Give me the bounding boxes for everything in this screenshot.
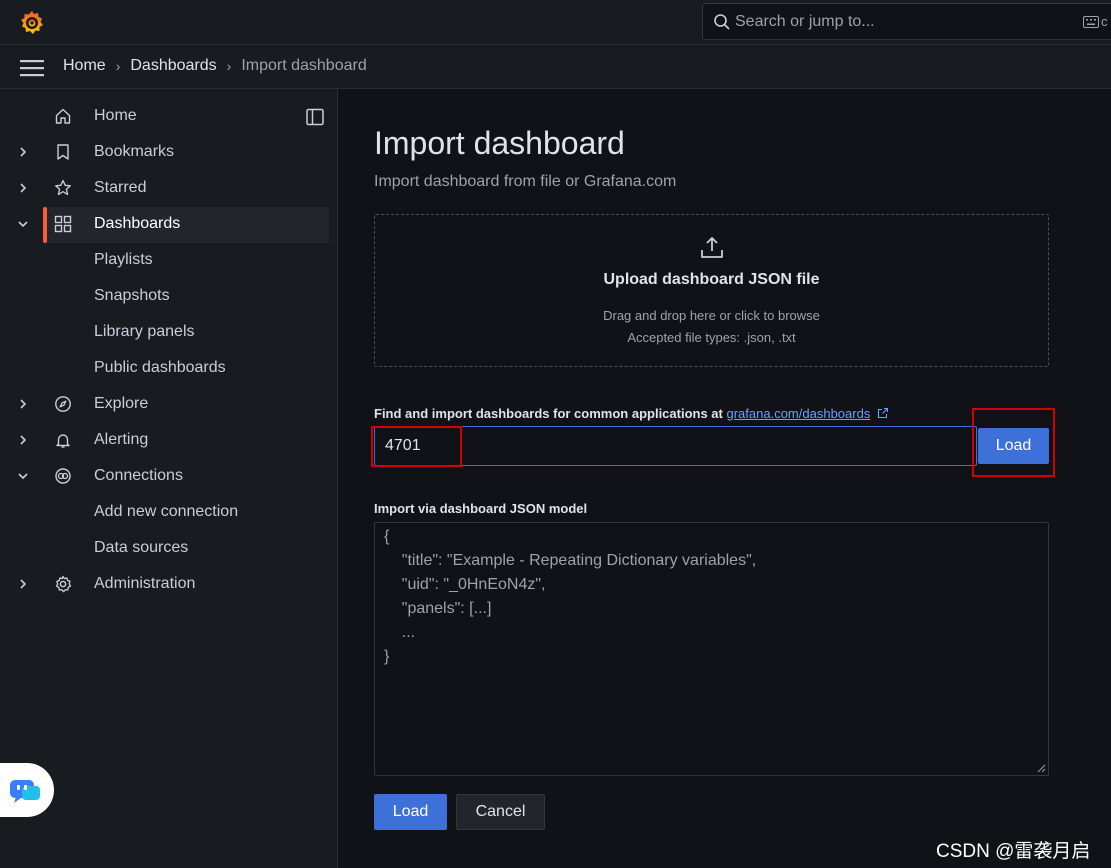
watermark: CSDN @雷袭月启: [936, 841, 1091, 862]
chat-assistant-button[interactable]: [0, 763, 54, 817]
sidebar-item-playlists[interactable]: Playlists: [0, 243, 338, 279]
bookmark-icon: [57, 144, 69, 160]
json-placeholder-line: "uid": "_0HnEoN4z",: [384, 576, 546, 593]
sidebar-item-bookmarks[interactable]: Bookmarks: [0, 135, 338, 171]
sidebar-item-home[interactable]: Home: [0, 99, 338, 135]
search-bar[interactable]: Search or jump to... c: [702, 3, 1111, 40]
sidebar-item-add-new-connection[interactable]: Add new connection: [0, 495, 338, 531]
grafana-dashboards-link[interactable]: grafana.com/dashboards: [727, 406, 871, 421]
sidebar-item-label: Playlists: [94, 251, 153, 268]
external-link-icon: [877, 407, 888, 419]
json-placeholder-line: ...: [384, 624, 416, 641]
chevron-right-icon[interactable]: [16, 181, 30, 195]
breadcrumb-separator: ›: [226, 58, 232, 74]
bell-icon: [56, 434, 70, 448]
main-content: Import dashboard Import dashboard from f…: [339, 89, 1111, 868]
grafana-logo[interactable]: [18, 9, 46, 37]
file-dropzone[interactable]: Upload dashboard JSON file Drag and drop…: [374, 214, 1049, 367]
sidebar-item-label: Explore: [94, 395, 149, 412]
search-placeholder: Search or jump to...: [735, 13, 875, 30]
sidebar-item-explore[interactable]: Explore: [0, 387, 338, 423]
chat-bot-icon: [10, 780, 40, 803]
breadcrumb-separator: ›: [115, 58, 121, 74]
json-model-label: Import via dashboard JSON model: [374, 501, 588, 516]
dashboard-id-input[interactable]: [374, 426, 977, 466]
cancel-button[interactable]: Cancel: [456, 794, 545, 830]
breadcrumb-bar: Home › Dashboards › Import dashboard: [0, 45, 1111, 89]
chevron-right-icon[interactable]: [16, 577, 30, 591]
chevron-right-icon[interactable]: [16, 397, 30, 411]
breadcrumb: Home › Dashboards › Import dashboard: [63, 57, 367, 75]
sidebar-item-label: Connections: [94, 467, 183, 484]
upload-accepted-types: Accepted file types: .json, .txt: [627, 330, 796, 345]
load-json-button[interactable]: Load: [374, 794, 447, 830]
json-placeholder-line: {: [384, 528, 390, 545]
active-item-background: [43, 207, 329, 243]
shortcut-hint: c: [1101, 14, 1108, 29]
star-icon: [55, 179, 71, 196]
sidebar-item-label: Alerting: [94, 431, 149, 448]
find-import-label: Find and import dashboards for common ap…: [374, 406, 889, 421]
sidebar-item-label: Library panels: [94, 323, 195, 340]
sidebar-item-label: Data sources: [94, 539, 189, 556]
connections-icon: [55, 468, 71, 484]
sidebar-item-label: Public dashboards: [94, 359, 226, 376]
breadcrumb-home[interactable]: Home: [63, 57, 106, 75]
breadcrumb-current: Import dashboard: [241, 57, 367, 74]
upload-icon: [701, 237, 723, 258]
sidebar-item-connections[interactable]: Connections: [0, 459, 338, 495]
sidebar-item-label: Administration: [94, 575, 196, 592]
sidebar: Home Bookmarks Starred Dashboards Playli…: [0, 89, 338, 868]
keyboard-icon: [1083, 16, 1099, 28]
sidebar-item-label: Home: [94, 107, 137, 124]
cog-icon: [55, 575, 72, 593]
json-model-textarea[interactable]: { "title": "Example - Repeating Dictiona…: [374, 522, 1049, 776]
sidebar-item-alerting[interactable]: Alerting: [0, 423, 338, 459]
page-title: Import dashboard: [374, 125, 625, 161]
breadcrumb-dashboards[interactable]: Dashboards: [130, 57, 216, 75]
sidebar-item-label: Starred: [94, 179, 147, 196]
json-placeholder-line: "panels": [...]: [384, 600, 492, 617]
json-placeholder-line: "title": "Example - Repeating Dictionary…: [384, 552, 757, 569]
sidebar-item-snapshots[interactable]: Snapshots: [0, 279, 338, 315]
menu-icon[interactable]: [20, 59, 44, 77]
active-item-indicator: [43, 207, 47, 243]
top-bar: Search or jump to... c: [0, 0, 1111, 45]
load-id-button[interactable]: Load: [978, 428, 1049, 464]
find-import-text: Find and import dashboards for common ap…: [374, 406, 723, 421]
compass-icon: [55, 396, 71, 412]
sidebar-item-label: Bookmarks: [94, 143, 175, 160]
chevron-right-icon[interactable]: [16, 433, 30, 447]
sidebar-item-public-dashboards[interactable]: Public dashboards: [0, 351, 338, 387]
sidebar-item-starred[interactable]: Starred: [0, 171, 338, 207]
chevron-down-icon[interactable]: [16, 469, 30, 483]
sidebar-item-data-sources[interactable]: Data sources: [0, 531, 338, 567]
sidebar-item-dashboards[interactable]: Dashboards: [0, 207, 338, 243]
apps-icon: [54, 215, 72, 233]
search-icon: [714, 14, 730, 30]
sidebar-item-library-panels[interactable]: Library panels: [0, 315, 338, 351]
page-subtitle: Import dashboard from file or Grafana.co…: [374, 173, 677, 190]
sidebar-item-label: Snapshots: [94, 287, 170, 304]
sidebar-item-administration[interactable]: Administration: [0, 567, 338, 603]
sidebar-item-label: Dashboards: [94, 215, 181, 232]
upload-hint: Drag and drop here or click to browse: [603, 308, 820, 323]
chevron-right-icon[interactable]: [16, 145, 30, 159]
home-icon: [55, 108, 71, 124]
upload-title: Upload dashboard JSON file: [603, 271, 820, 288]
sidebar-item-label: Add new connection: [94, 503, 239, 520]
chevron-down-icon[interactable]: [16, 217, 30, 231]
resize-handle-icon[interactable]: [1037, 764, 1046, 773]
json-placeholder-line: }: [384, 648, 390, 665]
